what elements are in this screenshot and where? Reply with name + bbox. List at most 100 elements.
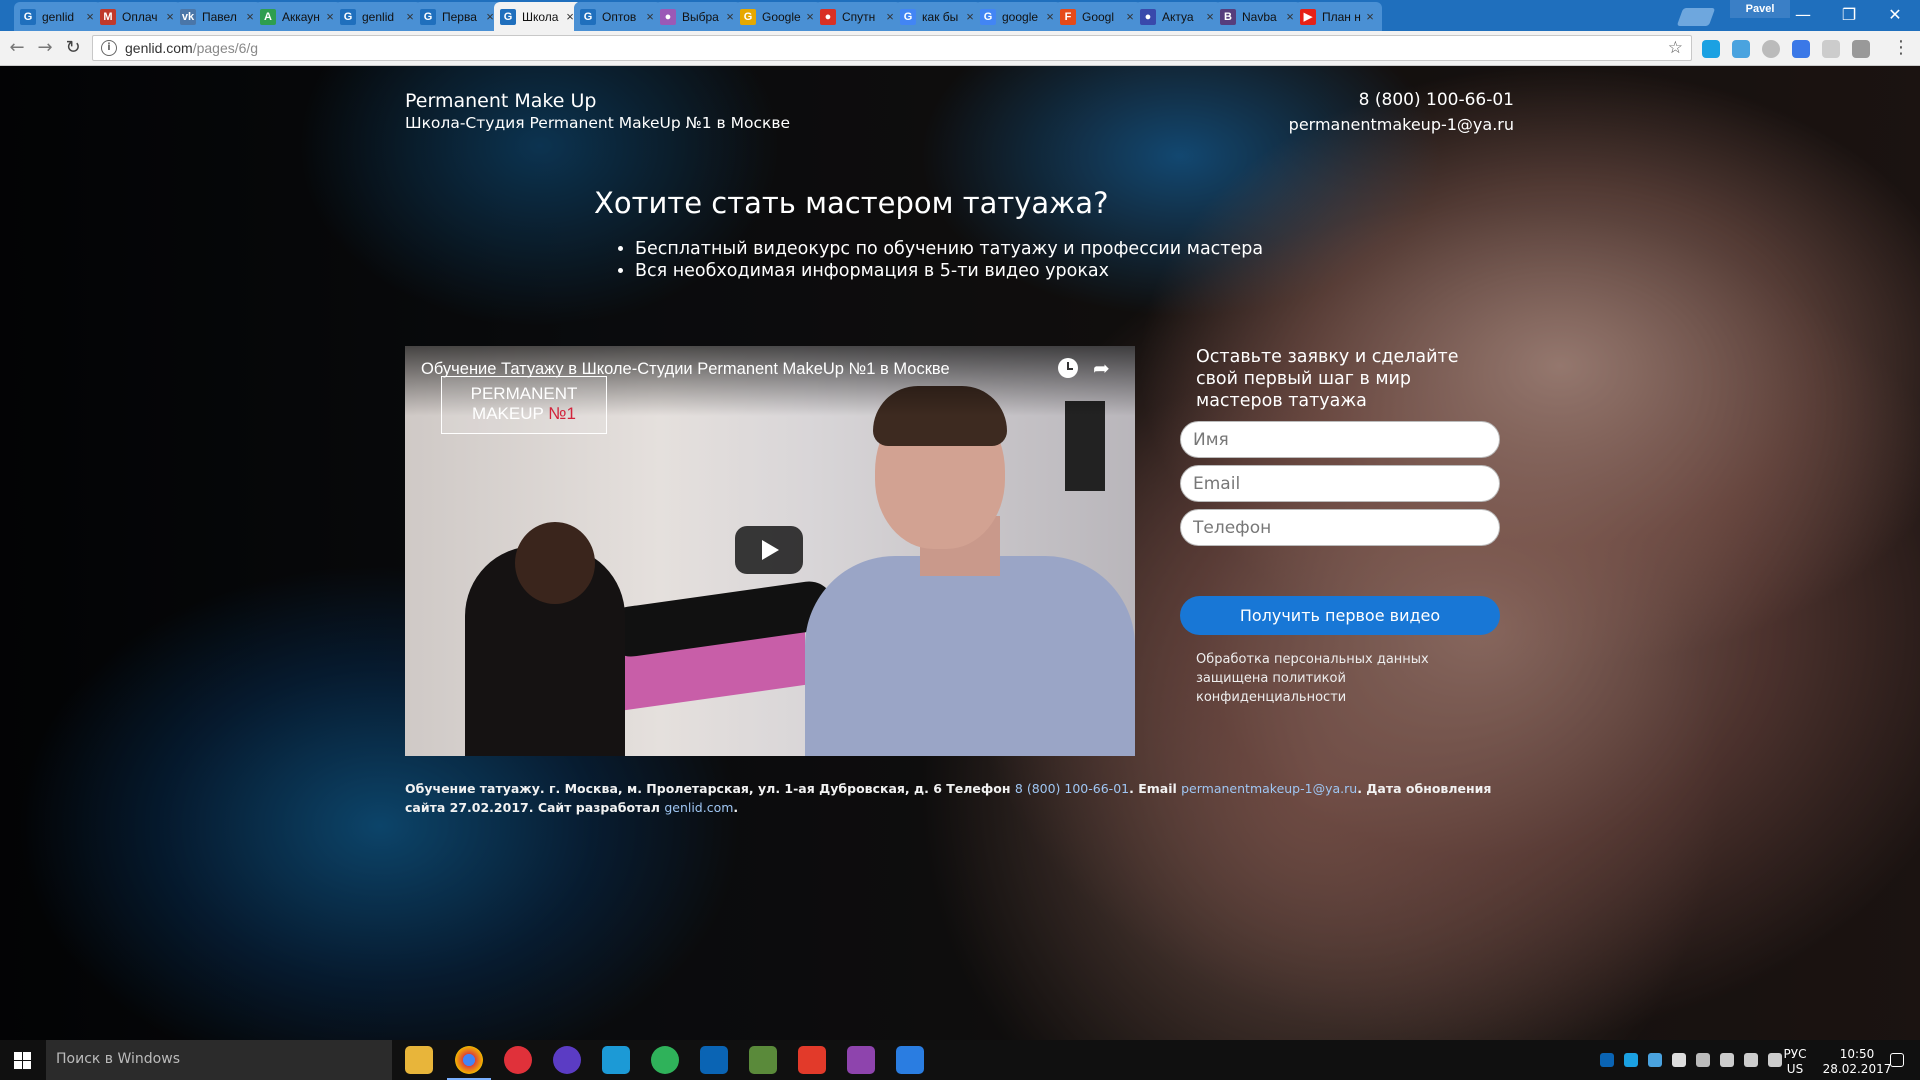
new-tab-button[interactable] <box>1676 8 1716 26</box>
name-field[interactable] <box>1180 421 1500 458</box>
video-player[interactable]: Обучение Татуажу в Школе-Студии Permanen… <box>405 346 1135 756</box>
header-phone[interactable]: 8 (800) 100-66-01 <box>1359 90 1514 110</box>
app-icon[interactable] <box>749 1046 777 1074</box>
browser-tab[interactable]: G Школа × <box>494 2 582 31</box>
app-icon[interactable] <box>847 1046 875 1074</box>
language-indicator[interactable]: РУС US <box>1776 1047 1814 1077</box>
reload-icon[interactable]: ↻ <box>62 37 84 59</box>
tab-label: Актуа <box>1162 9 1194 24</box>
footer-phone-link[interactable]: 8 (800) 100-66-01 <box>1015 781 1129 796</box>
windows-start-icon[interactable] <box>14 1052 31 1069</box>
browser-tab[interactable]: ▶ План н × <box>1294 2 1382 31</box>
windows-search-box[interactable]: Поиск в Windows <box>46 1040 392 1080</box>
browser-tab[interactable]: Gкак бы × <box>894 2 982 31</box>
browser-tab[interactable]: G Оптов × <box>574 2 662 31</box>
info-icon[interactable]: i <box>101 40 117 56</box>
tab-label: genlid <box>362 9 395 24</box>
phone-field[interactable] <box>1180 509 1500 546</box>
tab-favicon-icon: ● <box>1140 8 1156 25</box>
extension-icon[interactable] <box>1702 40 1720 58</box>
notifications-icon[interactable] <box>1890 1053 1904 1067</box>
tab-favicon-icon: G <box>900 8 916 25</box>
tab-favicon-icon: M <box>100 8 116 25</box>
landing-page: Permanent Make Up Школа-Студия Permanent… <box>0 66 1920 1040</box>
extension-icon[interactable] <box>1852 40 1870 58</box>
address-bar[interactable]: i genlid.com/pages/6/g ☆ <box>92 35 1692 61</box>
submit-button[interactable]: Получить первое видео <box>1180 596 1500 635</box>
tab-label: Школа <box>522 9 559 24</box>
tab-favicon-icon: G <box>740 8 756 25</box>
menu-icon[interactable]: ⋮ <box>1890 37 1912 59</box>
footer-site-link[interactable]: genlid.com <box>664 800 733 815</box>
email-field[interactable] <box>1180 465 1500 502</box>
shield-icon[interactable] <box>1672 1053 1686 1067</box>
tab-label: Спутн <box>842 9 876 24</box>
clock[interactable]: 10:50 28.02.2017 <box>1812 1047 1902 1077</box>
browser-tab[interactable]: ● Выбра × <box>654 2 742 31</box>
app-icon[interactable] <box>553 1046 581 1074</box>
tab-favicon-icon: B <box>1220 8 1236 25</box>
share-icon[interactable]: ➦ <box>1093 356 1110 380</box>
back-icon[interactable]: ← <box>6 37 28 59</box>
app-icon[interactable] <box>602 1046 630 1074</box>
url-text: genlid.com/pages/6/g <box>125 40 259 56</box>
tab-favicon-icon: G <box>340 8 356 25</box>
browser-tab[interactable]: G Google × <box>734 2 822 31</box>
windows-taskbar: Поиск в Windows РУС US 10:50 28.02.2017 <box>0 1040 1920 1080</box>
browser-tab[interactable]: G Перва × <box>414 2 502 31</box>
tray-chevron-icon[interactable] <box>1696 1053 1710 1067</box>
file-explorer-icon[interactable] <box>405 1046 433 1074</box>
close-window-icon[interactable]: ✕ <box>1872 0 1918 28</box>
tab-label: План н <box>1322 9 1361 24</box>
tab-label: Выбра <box>682 9 719 24</box>
tab-favicon-icon: G <box>500 8 516 25</box>
tab-favicon-icon: G <box>980 8 996 25</box>
app-icon[interactable] <box>651 1046 679 1074</box>
browser-tab[interactable]: B Navba × <box>1214 2 1302 31</box>
tab-favicon-icon: ▶ <box>1300 8 1316 25</box>
bookmark-star-icon[interactable]: ☆ <box>1668 38 1683 58</box>
battery-icon[interactable] <box>1720 1053 1734 1067</box>
brand-title: Permanent Make Up <box>405 90 597 112</box>
browser-tab[interactable]: Ggenlid × <box>334 2 422 31</box>
tab-label: Перва <box>442 9 477 24</box>
browser-tab[interactable]: Ggenlid × <box>14 2 102 31</box>
browser-tab[interactable]: ● Спутн × <box>814 2 902 31</box>
tab-label: google <box>1002 9 1039 24</box>
header-email[interactable]: permanentmakeup-1@ya.ru <box>1289 115 1514 134</box>
browser-tab[interactable]: Ggoogle × <box>974 2 1062 31</box>
tab-close-icon[interactable]: × <box>1364 9 1376 24</box>
extension-icon[interactable] <box>1822 40 1840 58</box>
tray-icon[interactable] <box>1648 1053 1662 1067</box>
forward-icon[interactable]: → <box>34 37 56 59</box>
watch-later-icon[interactable] <box>1058 358 1078 378</box>
app-icon[interactable] <box>896 1046 924 1074</box>
extension-icon[interactable] <box>1732 40 1750 58</box>
tab-favicon-icon: ● <box>660 8 676 25</box>
app-icon[interactable] <box>798 1046 826 1074</box>
tray-icon[interactable] <box>1624 1053 1638 1067</box>
video-frame-detail <box>515 522 595 604</box>
browser-tab[interactable]: F Googl × <box>1054 2 1142 31</box>
browser-tab[interactable]: A Аккаун × <box>254 2 342 31</box>
tab-label: genlid <box>42 9 75 24</box>
minimize-icon[interactable]: — <box>1780 0 1826 28</box>
video-watermark-logo: PERMANENT MAKEUP №1 <box>441 376 607 434</box>
restore-icon[interactable]: ❐ <box>1826 0 1872 28</box>
outlook-icon[interactable] <box>700 1046 728 1074</box>
tab-label: Аккаун <box>282 9 320 24</box>
form-heading: Оставьте заявку и сделайте свой первый ш… <box>1196 347 1459 411</box>
network-icon[interactable] <box>1744 1053 1758 1067</box>
play-button[interactable] <box>735 526 803 574</box>
browser-tab[interactable]: ● Актуа × <box>1134 2 1222 31</box>
browser-tab[interactable]: M Оплач × <box>94 2 182 31</box>
app-icon[interactable] <box>504 1046 532 1074</box>
translate-icon[interactable] <box>1792 40 1810 58</box>
outlook-tray-icon[interactable] <box>1600 1053 1614 1067</box>
list-item: Бесплатный видеокурс по обучению татуажу… <box>635 238 1263 260</box>
browser-tab[interactable]: vk Павел × <box>174 2 262 31</box>
extension-icon[interactable] <box>1762 40 1780 58</box>
tab-favicon-icon: G <box>420 8 436 25</box>
footer-email-link[interactable]: permanentmakeup-1@ya.ru <box>1181 781 1357 796</box>
chrome-icon[interactable] <box>447 1046 491 1080</box>
